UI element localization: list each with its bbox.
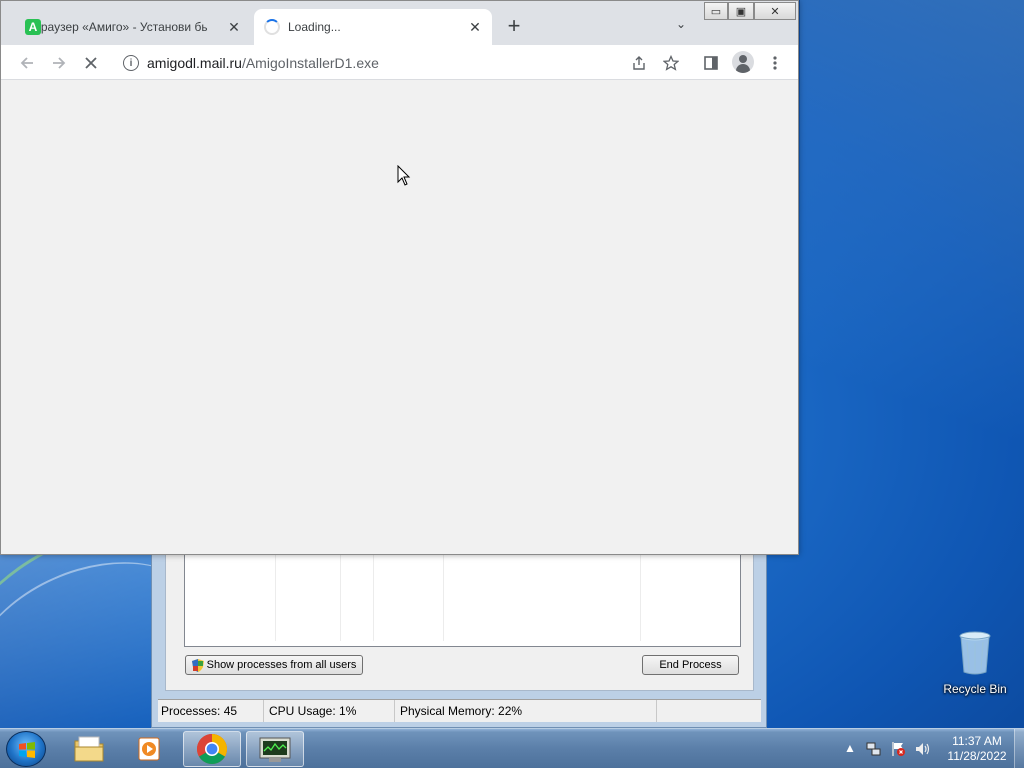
stop-loading-icon[interactable] (79, 51, 103, 75)
volume-icon[interactable] (914, 741, 930, 757)
new-tab-button[interactable]: + (502, 15, 526, 39)
folder-icon (74, 736, 104, 762)
url-domain: amigodl.mail.ru (147, 55, 242, 71)
taskbar-chrome[interactable] (183, 731, 241, 767)
profile-avatar-icon[interactable] (732, 51, 754, 73)
url-path: /AmigoInstallerD1.exe (241, 55, 379, 71)
tab-close-icon[interactable]: ✕ (225, 18, 243, 36)
forward-arrow-icon[interactable] (47, 51, 71, 75)
chrome-icon (196, 734, 228, 765)
mouse-pointer-icon (397, 165, 411, 186)
taskbar-media-player[interactable] (121, 731, 179, 767)
status-processes: Processes: 45 (158, 700, 264, 722)
status-physical-memory: Physical Memory: 22% (395, 700, 657, 722)
minimize-icon: ▭ (710, 5, 722, 18)
windows-logo-icon (19, 742, 35, 758)
end-process-button[interactable]: End Process (642, 655, 739, 675)
browser-toolbar: i amigodl.mail.ru/AmigoInstallerD1.exe (1, 45, 798, 80)
site-info-icon[interactable]: i (123, 55, 139, 71)
recycle-bin-label: Recycle Bin (943, 682, 1007, 696)
recycle-bin-shortcut[interactable]: Recycle Bin (940, 630, 1010, 696)
action-center-flag-icon[interactable] (890, 741, 906, 757)
close-button[interactable]: ✕ (754, 2, 796, 20)
process-list-column-divider (373, 549, 374, 641)
menu-kebab-icon[interactable] (763, 51, 787, 75)
taskbar: ▲ 11:37 AM 11/28/2022 (0, 728, 1024, 768)
show-all-processes-label: Show processes from all users (206, 659, 357, 671)
clock-date: 11/28/2022 (947, 749, 1007, 763)
process-list-column-divider (640, 549, 641, 641)
side-panel-icon[interactable] (699, 51, 723, 75)
task-manager-processes-panel: Show processes from all users End Proces… (165, 549, 754, 691)
end-process-label: End Process (659, 659, 722, 671)
process-list-column-divider (443, 549, 444, 641)
bookmark-star-icon[interactable] (659, 51, 683, 75)
process-list-column-divider (340, 549, 341, 641)
tab-amigo[interactable]: A Браузер «Амиго» - Установи бы ✕ (9, 9, 251, 45)
network-icon[interactable] (866, 741, 882, 757)
show-hidden-icons-arrow-icon[interactable]: ▲ (842, 741, 858, 757)
show-all-processes-button[interactable]: Show processes from all users (185, 655, 363, 675)
status-empty-segment (657, 700, 757, 722)
task-manager-icon (259, 737, 291, 762)
amigo-favicon-icon: A (25, 19, 41, 35)
tab-search-chevron-icon[interactable]: ⌄ (671, 17, 691, 37)
wallpaper-light-beam (800, 0, 1024, 728)
task-manager-status-bar: Processes: 45 CPU Usage: 1% Physical Mem… (158, 699, 761, 722)
uac-shield-icon (191, 658, 204, 672)
share-icon[interactable] (627, 51, 651, 75)
address-bar-url: amigodl.mail.ru/AmigoInstallerD1.exe (147, 55, 379, 71)
page-viewport[interactable] (1, 80, 798, 554)
media-player-icon (138, 737, 160, 761)
taskbar-task-manager[interactable] (246, 731, 304, 767)
tab-loading[interactable]: Loading... ✕ (254, 9, 492, 45)
task-manager-window: Show processes from all users End Proces… (151, 548, 767, 728)
start-button[interactable] (6, 731, 46, 767)
loading-spinner-icon (264, 19, 280, 35)
maximize-button[interactable]: ▣ (728, 2, 754, 20)
clock-time: 11:37 AM (952, 734, 1002, 748)
maximize-icon: ▣ (735, 5, 747, 18)
tab-loading-title: Loading... (288, 20, 341, 34)
minimize-button[interactable]: ▭ (704, 2, 728, 20)
show-desktop-button[interactable] (1014, 729, 1024, 768)
close-icon: ✕ (770, 5, 780, 18)
process-list[interactable] (184, 549, 741, 647)
tab-close-icon[interactable]: ✕ (466, 18, 484, 36)
taskbar-clock[interactable]: 11:37 AM 11/28/2022 (940, 734, 1014, 764)
address-bar[interactable]: i amigodl.mail.ru/AmigoInstallerD1.exe (115, 48, 693, 78)
back-arrow-icon[interactable] (15, 51, 39, 75)
tab-strip: A Браузер «Амиго» - Установи бы ✕ Loadin… (1, 1, 798, 45)
browser-window: A Браузер «Амиго» - Установи бы ✕ Loadin… (0, 0, 799, 555)
taskbar-file-explorer[interactable] (60, 731, 118, 767)
recycle-bin-icon (958, 630, 992, 676)
status-cpu-usage: CPU Usage: 1% (264, 700, 395, 722)
process-list-column-divider (275, 549, 276, 641)
system-tray: ▲ 11:37 AM 11/28/2022 (840, 729, 1024, 768)
tab-amigo-title: Браузер «Амиго» - Установи бы (33, 20, 208, 34)
